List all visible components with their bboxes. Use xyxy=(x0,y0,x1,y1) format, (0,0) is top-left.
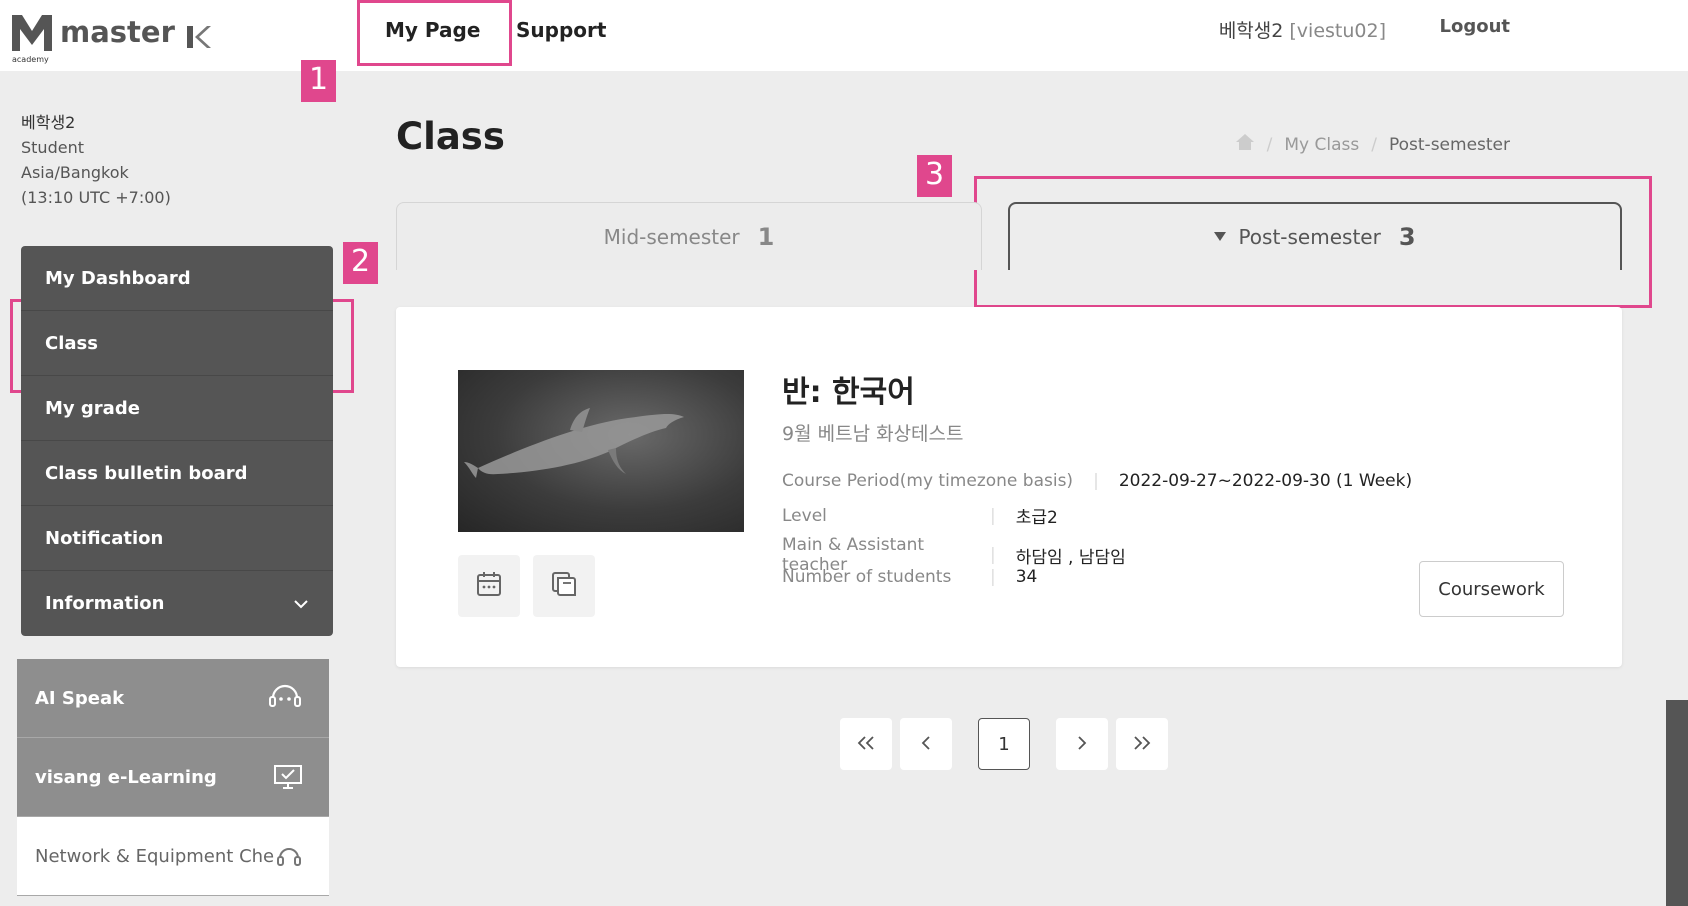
info-divider: | xyxy=(990,567,996,587)
sidebar-item-my-dashboard[interactable]: My Dashboard xyxy=(21,246,333,311)
network-equipment-checkup-link[interactable]: Network & Equipment Checkup xyxy=(17,817,329,896)
info-label: Course Period(my timezone basis) xyxy=(782,471,1074,491)
visang-elearning-label: visang e-Learning xyxy=(35,766,217,788)
double-chevron-left-icon xyxy=(857,734,875,755)
info-label: Number of students xyxy=(782,567,952,587)
breadcrumb-my-class[interactable]: My Class xyxy=(1284,135,1359,155)
header: academy master My Page Support 베학생2 [vie… xyxy=(0,0,1688,71)
sidebar-item-label: Class bulletin board xyxy=(45,462,248,484)
sidebar-item-my-grade[interactable]: My grade xyxy=(21,376,333,441)
info-row-course-period: Course Period(my timezone basis) | 2022-… xyxy=(782,471,1412,491)
user-id: [viestu02] xyxy=(1289,20,1386,42)
book-copy-icon xyxy=(551,571,577,601)
profile-timezone: Asia/Bangkok xyxy=(21,163,129,182)
coursework-button[interactable]: Coursework xyxy=(1419,561,1564,617)
calendar-icon xyxy=(476,571,502,601)
visang-elearning-link[interactable]: visang e-Learning xyxy=(17,738,329,817)
class-title: 반: 한국어 xyxy=(782,375,915,410)
sidebar-item-class-bulletin-board[interactable]: Class bulletin board xyxy=(21,441,333,506)
user-name: 베학생2 xyxy=(1218,20,1284,42)
calendar-button[interactable] xyxy=(458,555,520,617)
annotation-number-3: 3 xyxy=(917,155,952,197)
sidebar-item-label: Class xyxy=(45,332,98,354)
info-value: 2022-09-27~2022-09-30 (1 Week) xyxy=(1118,471,1413,491)
sidebar-item-label: My Dashboard xyxy=(45,267,191,289)
breadcrumb-post-semester: Post-semester xyxy=(1388,134,1510,155)
monitor-check-icon xyxy=(273,764,303,790)
profile-info: 베학생2 Student Asia/Bangkok (13:10 UTC +7:… xyxy=(21,110,171,210)
pagination: 1 xyxy=(840,718,1168,770)
profile-role: Student xyxy=(21,138,84,157)
ai-speak-label: AI Speak xyxy=(35,687,125,709)
sidebar-item-information[interactable]: Information xyxy=(21,571,333,636)
logo[interactable]: academy master xyxy=(12,13,211,64)
breadcrumb-separator: / xyxy=(1371,134,1377,155)
semester-tabs: Mid-semester 1 Post-semester 3 xyxy=(396,202,1622,270)
class-subtitle: 9월 베트남 화상테스트 xyxy=(782,423,964,445)
logo-mark-icon: academy xyxy=(12,13,52,64)
user-info: 베학생2 [viestu02] xyxy=(1219,16,1386,43)
sidebar-item-label: My grade xyxy=(45,397,140,419)
breadcrumb: / My Class / Post-semester xyxy=(1235,133,1510,156)
info-value: 하담임 , 남담임 xyxy=(1015,547,1126,568)
tab-post-semester[interactable]: Post-semester 3 xyxy=(1008,202,1622,270)
info-row-students: Number of students | 34 xyxy=(782,567,1037,587)
info-divider: | xyxy=(990,545,996,565)
headset-icon xyxy=(275,842,303,870)
ai-speak-icon xyxy=(267,682,303,714)
breadcrumb-separator: / xyxy=(1266,134,1273,155)
prev-page-button[interactable] xyxy=(900,718,952,770)
logout-link[interactable]: Logout xyxy=(1439,16,1510,37)
sidebar-item-class[interactable]: Class xyxy=(21,311,333,376)
caret-down-icon xyxy=(1214,229,1227,245)
profile-time: (13:10 UTC +7:00) xyxy=(21,188,171,207)
sidebar-extra-links: AI Speak visang e-Learning Network & Equ… xyxy=(17,659,329,896)
sidebar-item-notification[interactable]: Notification xyxy=(21,506,333,571)
logo-k-icon xyxy=(186,21,211,55)
info-label: Level xyxy=(782,505,827,526)
sidebar-menu: My Dashboard Class My grade Class bullet… xyxy=(21,246,333,636)
nav-support[interactable]: Support xyxy=(516,18,606,42)
info-value: 34 xyxy=(1015,567,1038,587)
class-thumbnail xyxy=(458,370,744,532)
chevron-left-icon xyxy=(921,734,931,755)
logo-text: master xyxy=(60,15,175,49)
last-page-button[interactable] xyxy=(1116,718,1168,770)
next-page-button[interactable] xyxy=(1056,718,1108,770)
info-row-level: Level | 초급2 xyxy=(782,503,1058,529)
logo-sub-text: academy xyxy=(12,55,49,64)
scrollbar[interactable] xyxy=(1666,700,1688,906)
annotation-number-1: 1 xyxy=(301,60,336,102)
tab-label: Post-semester xyxy=(1238,225,1381,249)
chevron-right-icon xyxy=(1077,734,1087,755)
book-button[interactable] xyxy=(533,555,595,617)
sidebar-item-label: Information xyxy=(45,593,165,614)
class-card: 반: 한국어 9월 베트남 화상테스트 Course Period(my tim… xyxy=(396,307,1622,667)
network-equipment-checkup-label: Network & Equipment Checkup xyxy=(35,845,275,867)
chevron-down-icon xyxy=(293,594,309,613)
annotation-number-2: 2 xyxy=(343,242,378,284)
sidebar-item-label: Notification xyxy=(45,527,164,549)
double-chevron-right-icon xyxy=(1133,734,1151,755)
tab-count: 1 xyxy=(757,222,775,251)
home-icon[interactable] xyxy=(1235,133,1255,156)
info-value: 초급2 xyxy=(1015,508,1058,528)
info-divider: | xyxy=(990,505,996,526)
info-divider: | xyxy=(1093,471,1099,491)
first-page-button[interactable] xyxy=(840,718,892,770)
tab-label: Mid-semester xyxy=(603,224,740,249)
profile-name: 베학생2 xyxy=(21,113,76,132)
annotation-box-1 xyxy=(357,0,512,66)
tab-count: 3 xyxy=(1398,223,1416,251)
ai-speak-link[interactable]: AI Speak xyxy=(17,659,329,738)
tab-mid-semester[interactable]: Mid-semester 1 xyxy=(396,202,982,270)
page-title: Class xyxy=(396,115,505,158)
page-1-button[interactable]: 1 xyxy=(978,718,1030,770)
